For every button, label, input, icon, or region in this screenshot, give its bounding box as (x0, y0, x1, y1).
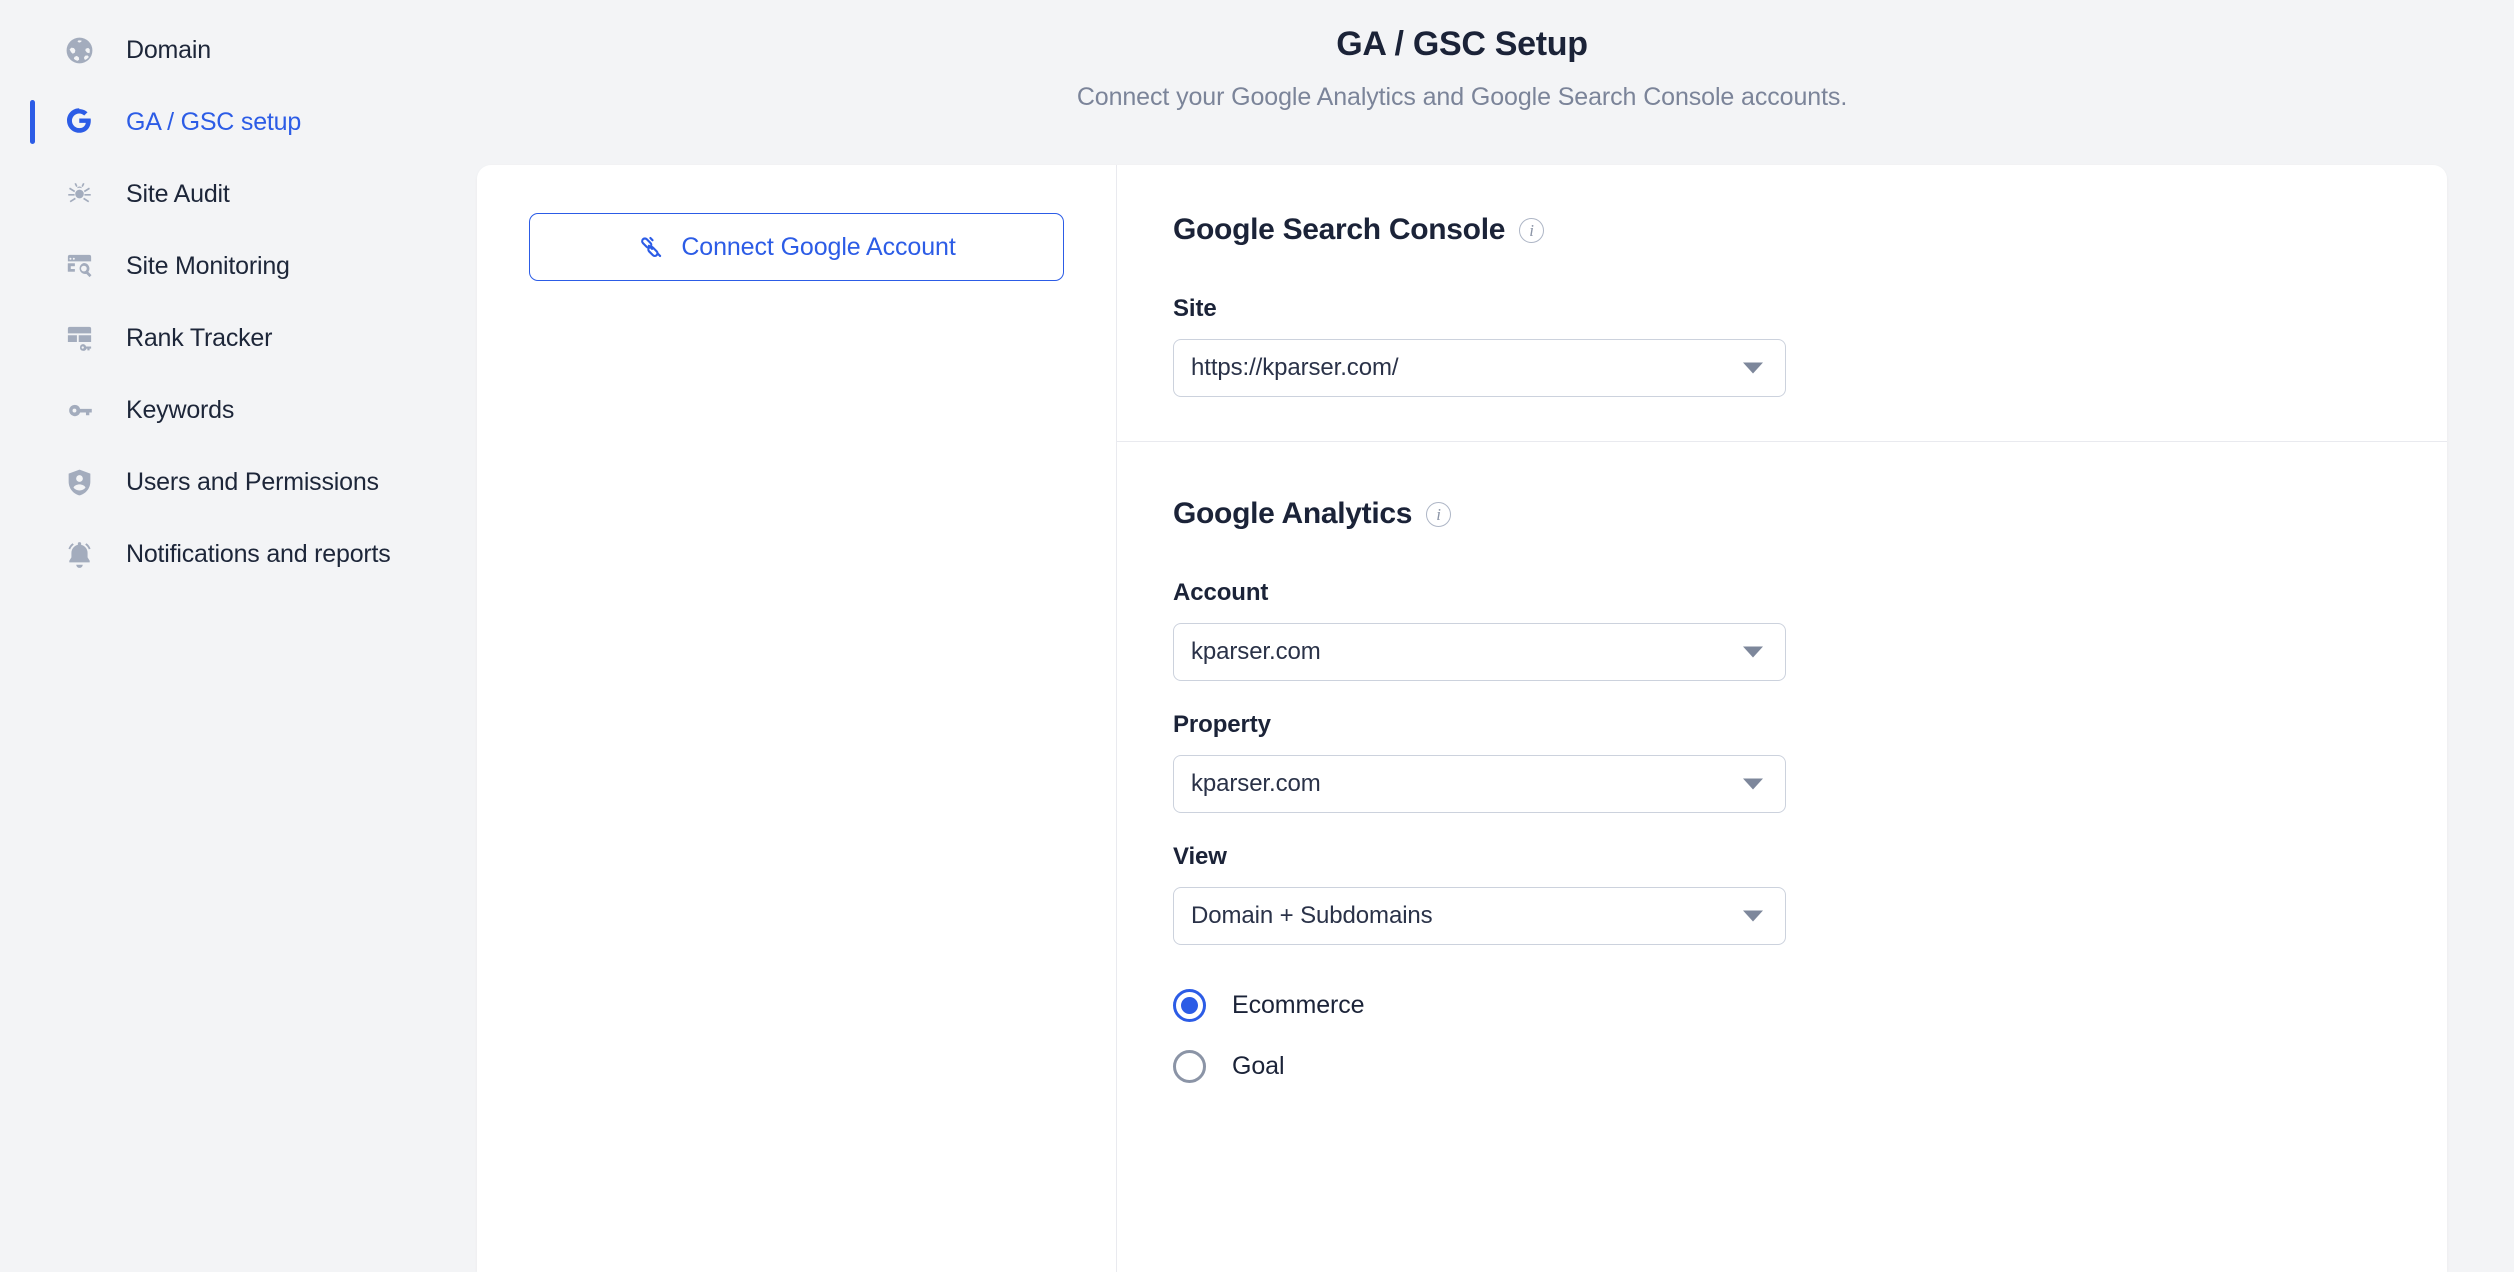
gsc-section-header: Google Search Console i (1173, 213, 2447, 247)
sidebar-item-label: Notifications and reports (126, 539, 391, 568)
key-icon (62, 393, 96, 427)
ga-account-value: kparser.com (1191, 638, 1321, 665)
connect-panel: Connect Google Account (477, 165, 1117, 1272)
ga-view-select[interactable]: Domain + Subdomains (1173, 887, 1786, 945)
ga-view-label: View (1173, 843, 1227, 870)
gsc-site-field: Site https://kparser.com/ (1173, 295, 2447, 397)
google-g-icon (62, 105, 96, 139)
chevron-down-icon (1743, 362, 1763, 374)
google-analytics-section: Google Analytics i Account kparser.com P… (1117, 441, 2447, 1083)
setup-card: Connect Google Account Google Search Con… (477, 165, 2447, 1272)
radio-label: Ecommerce (1232, 991, 1365, 1019)
ga-section-header: Google Analytics i (1173, 497, 2447, 531)
sidebar-item-domain[interactable]: Domain (0, 14, 477, 86)
gsc-site-value: https://kparser.com/ (1191, 354, 1399, 381)
google-search-console-section: Google Search Console i Site https://kpa… (1117, 165, 2447, 441)
ga-view-field: View Domain + Subdomains (1173, 843, 2447, 945)
chevron-down-icon (1743, 778, 1763, 790)
ga-view-value: Domain + Subdomains (1191, 902, 1433, 929)
sidebar: Domain GA / GSC setup Site Audit Site Mo… (0, 0, 477, 1272)
gsc-site-select[interactable]: https://kparser.com/ (1173, 339, 1786, 397)
ga-property-label: Property (1173, 711, 1271, 738)
ga-account-label: Account (1173, 579, 1269, 606)
ga-section-title: Google Analytics (1173, 497, 1413, 530)
sidebar-item-label: Rank Tracker (126, 323, 273, 352)
info-icon[interactable]: i (1426, 501, 1452, 527)
gsc-site-label: Site (1173, 295, 1217, 322)
radio-option-goal[interactable]: Goal (1173, 1050, 2447, 1083)
sidebar-item-notifications-and-reports[interactable]: Notifications and reports (0, 518, 477, 590)
radio-indicator[interactable] (1173, 989, 1206, 1022)
ga-property-field: Property kparser.com (1173, 711, 2447, 813)
radio-label: Goal (1232, 1052, 1285, 1080)
info-icon[interactable]: i (1519, 217, 1545, 243)
ga-property-value: kparser.com (1191, 770, 1321, 797)
shield-user-icon (62, 465, 96, 499)
sidebar-item-rank-tracker[interactable]: Rank Tracker (0, 302, 477, 374)
globe-icon (62, 33, 96, 67)
sidebar-item-site-audit[interactable]: Site Audit (0, 158, 477, 230)
sidebar-item-users-and-permissions[interactable]: Users and Permissions (0, 446, 477, 518)
chevron-down-icon (1743, 646, 1763, 658)
sidebar-item-keywords[interactable]: Keywords (0, 374, 477, 446)
main-content: GA / GSC Setup Connect your Google Analy… (477, 0, 2514, 1272)
spider-icon (62, 177, 96, 211)
page-header: GA / GSC Setup Connect your Google Analy… (477, 0, 2447, 112)
page-subtitle: Connect your Google Analytics and Google… (1076, 83, 1848, 112)
ga-property-select[interactable]: kparser.com (1173, 755, 1786, 813)
page-title: GA / GSC Setup (1336, 25, 1588, 63)
plug-connect-icon (637, 234, 664, 261)
ga-account-field: Account kparser.com (1173, 579, 2447, 681)
radio-option-ecommerce[interactable]: Ecommerce (1173, 989, 2447, 1022)
tracking-type-radio-group: Ecommerce Goal (1173, 989, 2447, 1083)
site-search-icon (62, 249, 96, 283)
sidebar-item-label: Users and Permissions (126, 467, 379, 496)
sidebar-item-ga-gsc-setup[interactable]: GA / GSC setup (0, 86, 477, 158)
rank-layout-key-icon (62, 321, 96, 355)
sidebar-item-label: Site Monitoring (126, 251, 290, 280)
settings-panel: Google Search Console i Site https://kpa… (1117, 165, 2447, 1272)
sidebar-item-label: Domain (126, 35, 211, 64)
connect-google-account-button[interactable]: Connect Google Account (529, 213, 1064, 281)
active-indicator (30, 100, 35, 144)
connect-google-account-label: Connect Google Account (681, 232, 956, 261)
sidebar-item-label: GA / GSC setup (126, 107, 302, 136)
bell-icon (62, 537, 96, 571)
sidebar-item-label: Site Audit (126, 179, 230, 208)
gsc-section-title: Google Search Console (1173, 213, 1506, 246)
ga-account-select[interactable]: kparser.com (1173, 623, 1786, 681)
sidebar-item-label: Keywords (126, 395, 235, 424)
app-root: Domain GA / GSC setup Site Audit Site Mo… (0, 0, 2514, 1272)
chevron-down-icon (1743, 910, 1763, 922)
radio-indicator[interactable] (1173, 1050, 1206, 1083)
sidebar-item-site-monitoring[interactable]: Site Monitoring (0, 230, 477, 302)
